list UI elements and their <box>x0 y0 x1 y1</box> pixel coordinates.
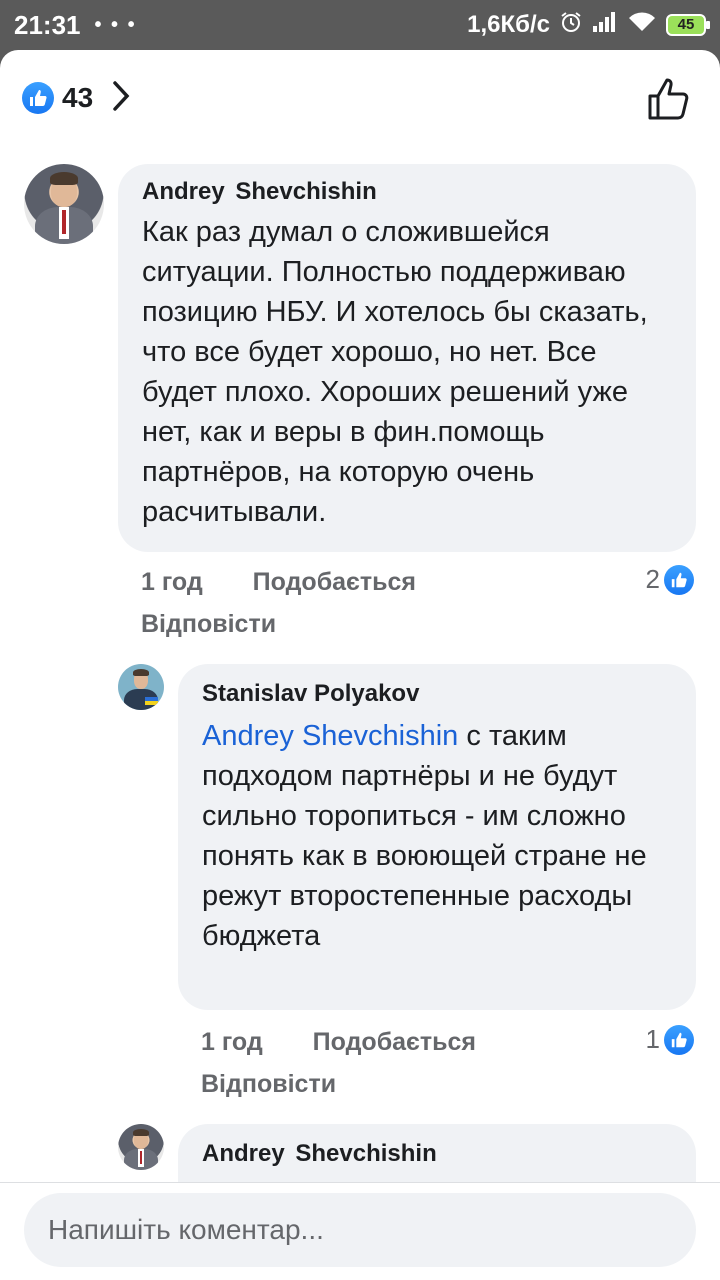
like-icon <box>664 1024 694 1055</box>
comment-text-body: с таким подходом партнёры и не будут сил… <box>202 720 647 952</box>
mention-link[interactable]: Andrey Shevchishin <box>202 720 458 752</box>
reply-button[interactable]: Відповісти <box>141 610 276 639</box>
comment-time[interactable]: 1 год <box>141 568 203 597</box>
reactions-summary[interactable]: 43 <box>22 78 131 118</box>
comment-likes[interactable]: 1 <box>646 1024 694 1055</box>
avatar[interactable] <box>24 164 104 244</box>
status-bar: 21:31 • • • 1,6Кб/с 45 <box>0 0 720 50</box>
avatar[interactable] <box>118 1124 164 1170</box>
status-icons: 1,6Кб/с 45 <box>467 11 710 40</box>
comment-time[interactable]: 1 год <box>201 1028 263 1057</box>
comment-like-count: 2 <box>645 564 660 594</box>
comment-text: Andrey Shevchishin с таким подходом парт… <box>202 716 672 956</box>
comment-actions: 1 год Подобається <box>141 568 416 597</box>
like-comment-button[interactable]: Подобається <box>253 568 416 597</box>
reply-button[interactable]: Відповісти <box>201 1070 336 1099</box>
comment-author[interactable]: Andrey Shevchishin <box>202 1140 672 1168</box>
comment-bubble: Stanislav Polyakov Andrey Shevchishin с … <box>178 664 696 1010</box>
comment-author[interactable]: Andrey Shevchishin <box>142 178 672 206</box>
alarm-icon <box>560 11 582 40</box>
signal-icon <box>592 11 618 40</box>
comment-likes[interactable]: 2 <box>646 564 694 595</box>
wifi-icon <box>628 11 656 40</box>
clock: 21:31 <box>14 9 81 40</box>
like-post-button[interactable] <box>646 76 692 127</box>
battery-icon: 45 <box>666 14 710 36</box>
avatar[interactable] <box>118 664 164 710</box>
like-icon <box>22 82 54 114</box>
notification-dots: • • • <box>94 13 137 36</box>
comments-sheet: 43 Andrey Shevchishin Как раз думал о сл… <box>0 50 720 1280</box>
thumbs-up-outline-icon <box>648 78 689 120</box>
comment-composer <box>0 1182 720 1280</box>
comment-author[interactable]: Stanislav Polyakov <box>202 680 672 708</box>
chevron-right-icon[interactable] <box>111 80 131 117</box>
comment-actions: 1 год Подобається <box>201 1028 476 1057</box>
comment-bubble: Andrey Shevchishin Как раз думал о сложи… <box>118 164 696 552</box>
network-speed: 1,6Кб/с <box>467 11 550 38</box>
like-comment-button[interactable]: Подобається <box>313 1028 476 1057</box>
reaction-count: 43 <box>62 82 94 113</box>
comment-text: Как раз думал о сложившейся ситуации. По… <box>142 216 648 528</box>
comment-input[interactable] <box>24 1193 696 1267</box>
like-icon <box>664 564 694 595</box>
comment-like-count: 1 <box>645 1024 660 1054</box>
